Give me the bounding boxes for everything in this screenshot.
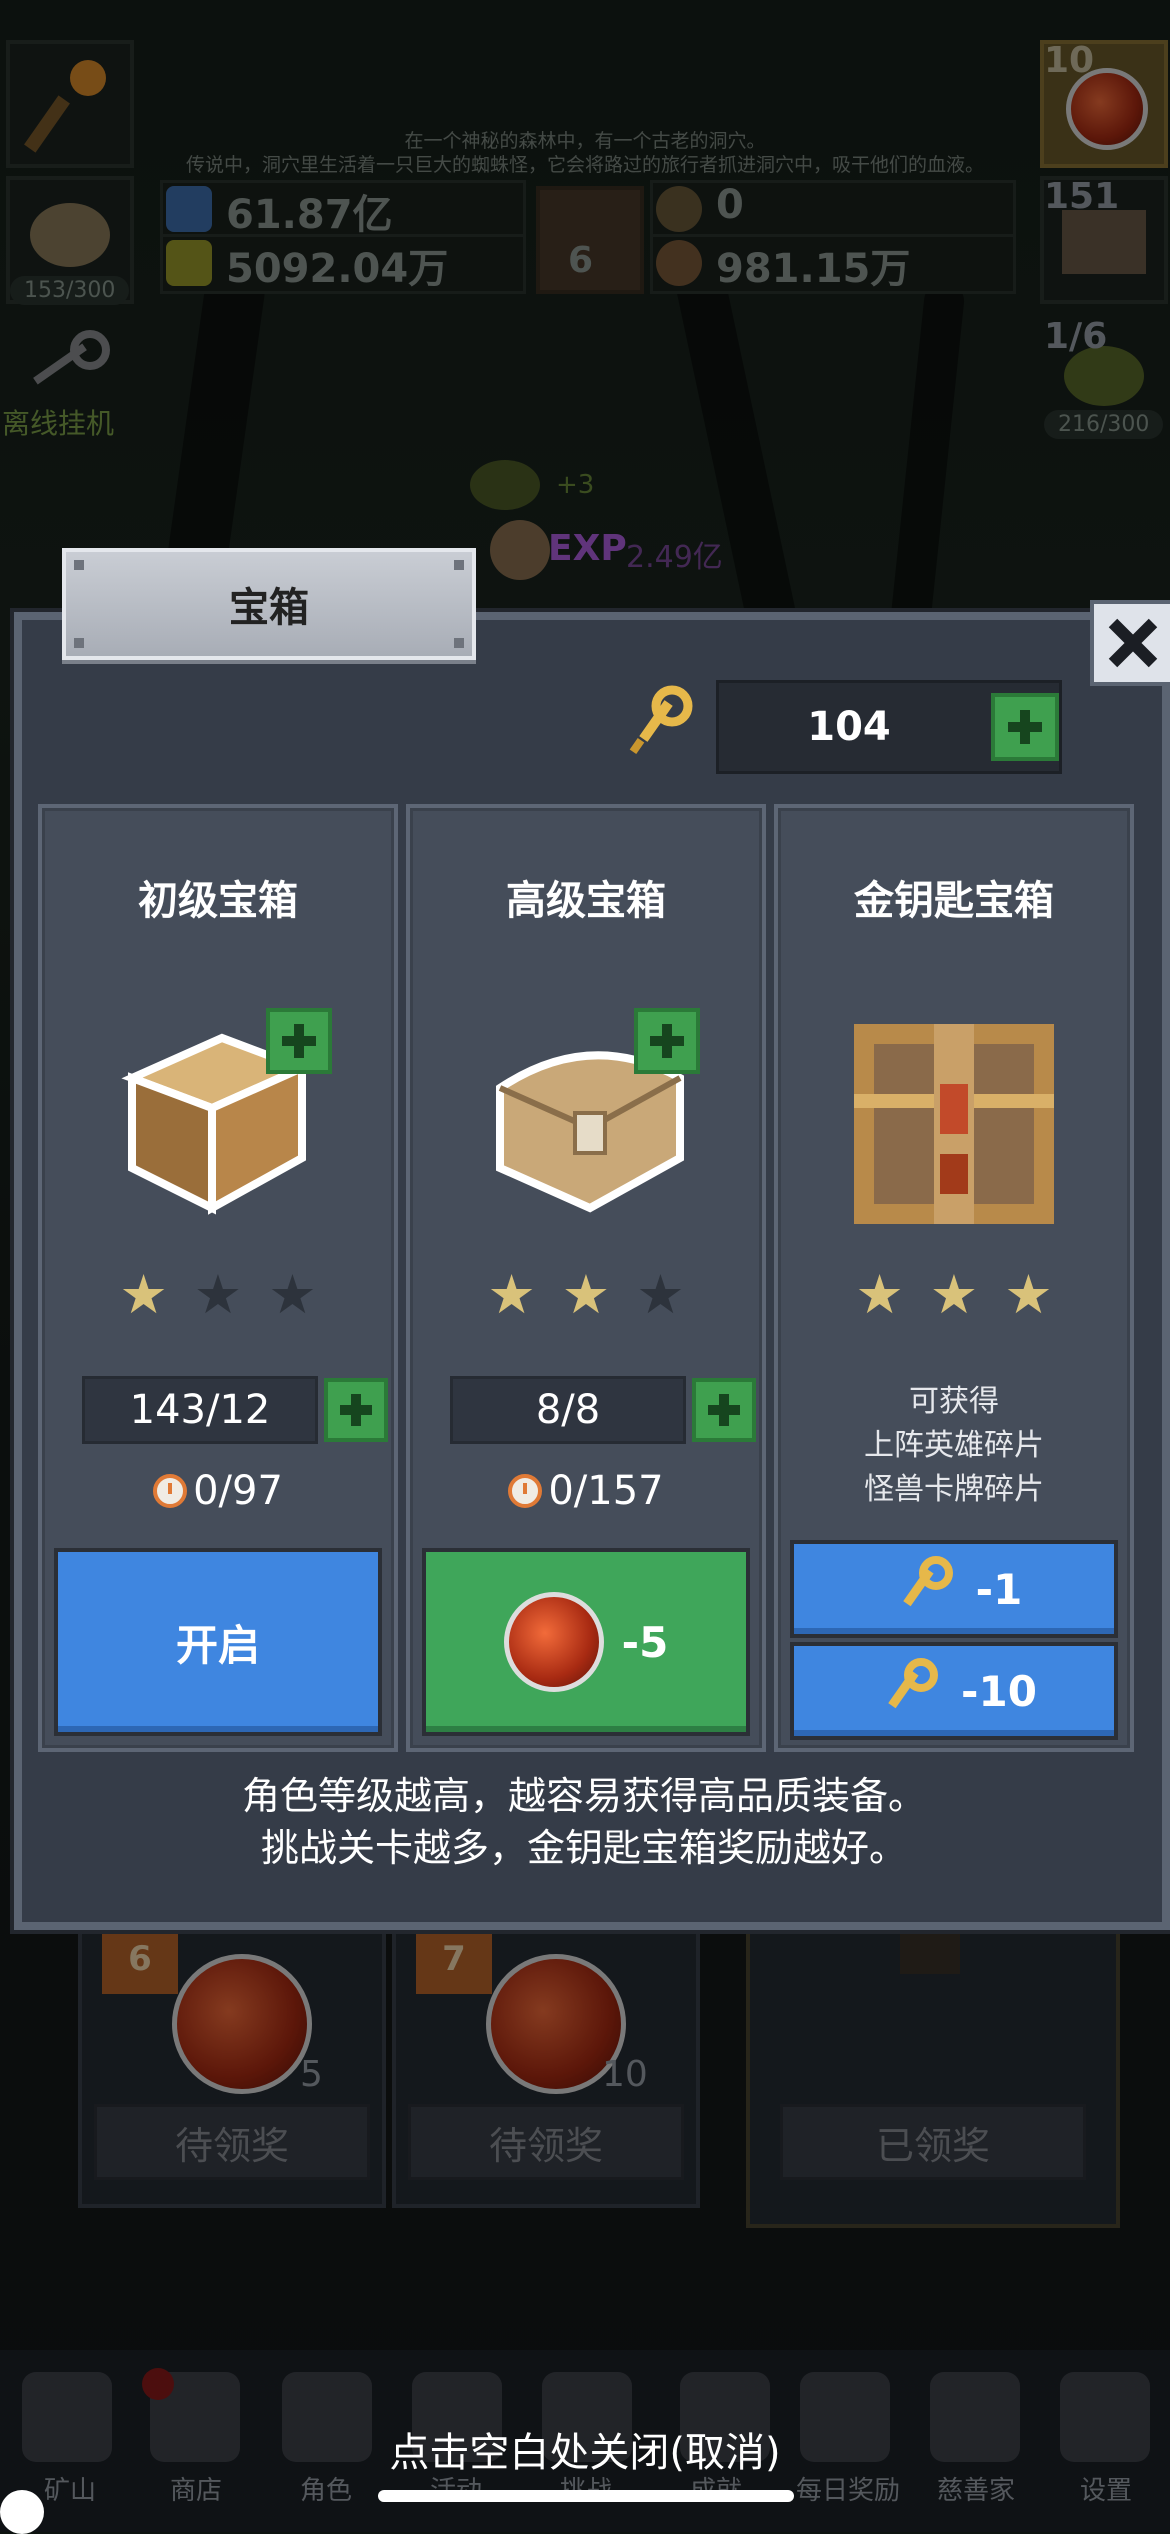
- gold-key-icon: [902, 1556, 953, 1607]
- star-icon: ★: [1004, 1263, 1053, 1326]
- close-button[interactable]: [1090, 600, 1170, 686]
- open-basic-chest-button[interactable]: 开启: [54, 1548, 382, 1736]
- rewards-info: 可获得 上阵英雄碎片 怪兽卡牌碎片: [778, 1380, 1130, 1512]
- star-icon: ★: [636, 1263, 685, 1326]
- chest-timer-value: 0/157: [548, 1468, 664, 1514]
- home-indicator[interactable]: [378, 2490, 794, 2502]
- description-line: 角色等级越高，越容易获得高品质装备。: [241, 1774, 926, 1818]
- star-icon: ★: [119, 1263, 168, 1326]
- close-icon: [1108, 618, 1158, 668]
- add-advanced-chest-button[interactable]: [634, 1008, 700, 1074]
- chest-count: 143/12: [82, 1376, 318, 1444]
- add-advanced-count-button[interactable]: [692, 1378, 756, 1442]
- chest-title: 金钥匙宝箱: [854, 878, 1054, 924]
- star-icon: ★: [268, 1263, 317, 1326]
- rarity-stars: ★ ★ ★: [410, 1268, 762, 1322]
- add-basic-count-button[interactable]: [324, 1378, 388, 1442]
- star-icon: ★: [929, 1263, 979, 1326]
- chest-title: 高级宝箱: [506, 878, 666, 924]
- gold-key-chest-icon: [854, 1024, 1054, 1224]
- gold-key-icon: [888, 1658, 939, 1709]
- key-count-box: 104: [716, 680, 1062, 774]
- gold-chest-cost: -1: [975, 1564, 1023, 1614]
- description-line: 挑战关卡越多，金钥匙宝箱奖励越好。: [260, 1826, 907, 1870]
- star-icon: ★: [855, 1263, 904, 1326]
- add-basic-chest-button[interactable]: [266, 1008, 332, 1074]
- close-hint[interactable]: 点击空白处关闭(取消): [0, 2420, 1170, 2478]
- chest-count: 8/8: [450, 1376, 686, 1444]
- clock-icon: [508, 1474, 543, 1508]
- gold-chest-cost: -10: [961, 1666, 1037, 1716]
- open-gold-chest-10-button[interactable]: -10: [790, 1642, 1118, 1740]
- rewards-info-line: 可获得: [909, 1384, 999, 1419]
- potion-icon: [503, 1592, 604, 1692]
- chest-timer-value: 0/97: [193, 1468, 283, 1514]
- modal-title: 宝箱: [229, 585, 309, 631]
- star-icon: ★: [487, 1263, 536, 1326]
- chest-column-basic: 初级宝箱 ★ ★ ★ 143/12 0/97 开启: [38, 804, 398, 1752]
- key-count-value: 104: [807, 704, 891, 750]
- modal-title-tab: 宝箱: [62, 548, 476, 660]
- chest-timer: 0/97: [42, 1468, 394, 1514]
- add-keys-button[interactable]: [991, 693, 1059, 761]
- gold-key-icon: [629, 685, 693, 755]
- star-icon: ★: [561, 1263, 611, 1326]
- clock-icon: [153, 1474, 188, 1508]
- open-advanced-chest-button[interactable]: -5: [422, 1548, 750, 1736]
- rewards-info-line: 上阵英雄碎片: [864, 1428, 1044, 1463]
- open-gold-chest-1-button[interactable]: -1: [790, 1540, 1118, 1638]
- star-icon: ★: [193, 1263, 243, 1326]
- modal-description: 角色等级越高，越容易获得高品质装备。 挑战关卡越多，金钥匙宝箱奖励越好。: [14, 1770, 1154, 1874]
- chest-timer: 0/157: [410, 1468, 762, 1514]
- chest-column-advanced: 高级宝箱 ★ ★ ★ 8/8 0/157 -5: [406, 804, 766, 1752]
- rarity-stars: ★ ★ ★: [42, 1268, 394, 1322]
- rewards-info-line: 怪兽卡牌碎片: [864, 1472, 1044, 1507]
- assistive-touch-button[interactable]: [0, 2490, 44, 2534]
- rarity-stars: ★ ★ ★: [778, 1268, 1130, 1322]
- chest-title: 初级宝箱: [138, 878, 298, 924]
- advanced-chest-cost: -5: [621, 1617, 669, 1667]
- chest-column-gold-key: 金钥匙宝箱 ★ ★ ★ 可获得 上阵英雄碎片 怪兽卡牌碎片 -1 -10: [774, 804, 1134, 1752]
